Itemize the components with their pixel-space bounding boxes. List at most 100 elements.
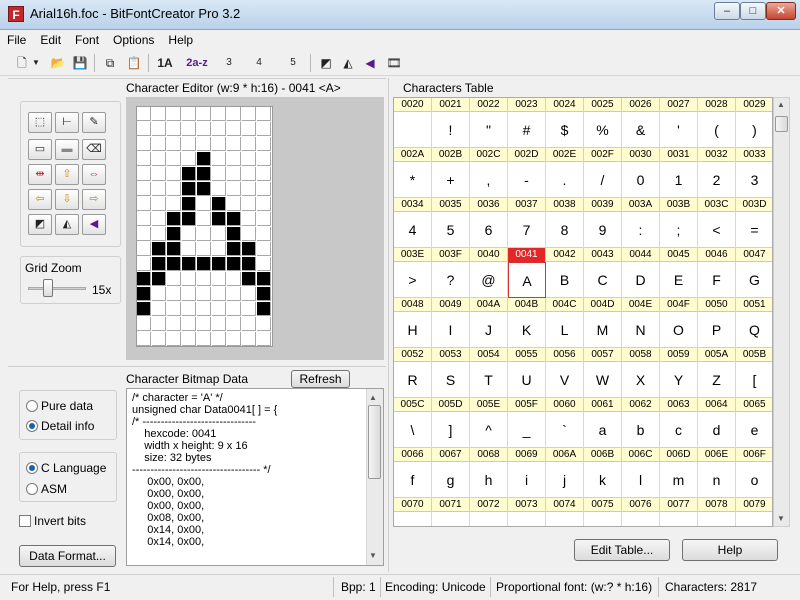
pixel-cell[interactable] <box>242 197 256 211</box>
character-editor-canvas[interactable] <box>126 97 384 360</box>
detail-info-radio[interactable] <box>26 420 38 432</box>
pixel-cell[interactable] <box>152 287 166 301</box>
pixel-cell[interactable] <box>227 137 241 151</box>
char-cell[interactable]: B <box>546 262 584 298</box>
pixel-cell[interactable] <box>152 257 166 271</box>
char-cell[interactable] <box>660 512 698 526</box>
pixel-cell[interactable] <box>257 242 271 256</box>
pixel-cell[interactable] <box>242 287 256 301</box>
pixel-cell[interactable] <box>137 182 151 196</box>
pixel-cell[interactable] <box>212 257 226 271</box>
char-cell[interactable]: L <box>546 312 584 348</box>
char-cell[interactable]: + <box>432 162 470 198</box>
pixel-cell[interactable] <box>227 182 241 196</box>
pixel-cell[interactable] <box>182 137 196 151</box>
char-cell[interactable]: h <box>470 462 508 498</box>
char-cell[interactable]: N <box>622 312 660 348</box>
pixel-cell[interactable] <box>167 152 181 166</box>
refresh-button[interactable]: Refresh <box>291 370 350 388</box>
pixel-cell[interactable] <box>137 257 151 271</box>
pixel-cell[interactable] <box>137 287 151 301</box>
new-file-icon[interactable]: 🗋 <box>12 53 32 73</box>
pixel-cell[interactable] <box>227 227 241 241</box>
pixel-cell[interactable] <box>152 227 166 241</box>
pixel-cell[interactable] <box>197 257 211 271</box>
pixel-cell[interactable] <box>182 302 196 316</box>
pixel-cell[interactable] <box>197 302 211 316</box>
pixel-cell[interactable] <box>227 152 241 166</box>
pixel-cell[interactable] <box>212 167 226 181</box>
char-cell[interactable]: m <box>660 462 698 498</box>
pixel-cell[interactable] <box>182 167 196 181</box>
pixel-cell[interactable] <box>257 107 271 121</box>
char-cell[interactable] <box>432 512 470 526</box>
char-cell[interactable]: \ <box>394 412 432 448</box>
char-cell[interactable]: = <box>736 212 772 248</box>
pixel-cell[interactable] <box>167 242 181 256</box>
char-cell[interactable]: o <box>736 462 772 498</box>
pixel-cell[interactable] <box>197 107 211 121</box>
pixel-cell[interactable] <box>197 137 211 151</box>
char-cell[interactable]: * <box>394 162 432 198</box>
char-cell[interactable]: j <box>546 462 584 498</box>
invert-bits-checkbox[interactable] <box>19 515 31 527</box>
import-icon[interactable]: 4 <box>248 53 270 73</box>
char-cell[interactable]: M <box>584 312 622 348</box>
zoom-slider-track[interactable] <box>28 287 86 290</box>
char-cell[interactable]: 2 <box>698 162 736 198</box>
pixel-cell[interactable] <box>197 167 211 181</box>
char-cell[interactable]: i <box>508 462 546 498</box>
pixel-cell[interactable] <box>137 332 151 346</box>
pixel-cell[interactable] <box>182 287 196 301</box>
data-format-button[interactable]: Data Format... <box>19 545 116 567</box>
pixel-cell[interactable] <box>197 332 211 346</box>
char-cell[interactable]: e <box>736 412 772 448</box>
char-cell[interactable] <box>508 512 546 526</box>
pixel-cell[interactable] <box>227 167 241 181</box>
pixel-cell[interactable] <box>137 212 151 226</box>
pixel-cell[interactable] <box>197 287 211 301</box>
paste-icon[interactable]: 📋 <box>124 53 144 73</box>
pixel-cell[interactable] <box>167 212 181 226</box>
line-tool-icon[interactable]: ⊢ <box>55 112 79 133</box>
pixel-cell[interactable] <box>167 137 181 151</box>
help-button[interactable]: Help <box>682 539 778 561</box>
pixel-cell[interactable] <box>242 242 256 256</box>
menu-font[interactable]: Font <box>68 30 106 50</box>
char-cell[interactable]: 0 <box>622 162 660 198</box>
pixel-cell[interactable] <box>152 137 166 151</box>
maximize-button[interactable]: □ <box>740 2 766 20</box>
pixel-cell[interactable] <box>137 317 151 331</box>
pixel-cell[interactable] <box>167 227 181 241</box>
pixel-cell[interactable] <box>182 122 196 136</box>
pixel-cell[interactable] <box>257 287 271 301</box>
char-cell[interactable]: V <box>546 362 584 398</box>
pixel-cell[interactable] <box>182 212 196 226</box>
pixel-cell[interactable] <box>212 122 226 136</box>
pixel-cell[interactable] <box>257 332 271 346</box>
pixel-cell[interactable] <box>167 272 181 286</box>
pixel-cell[interactable] <box>152 107 166 121</box>
eraser-icon[interactable]: ⌫ <box>82 139 106 160</box>
char-cell[interactable]: ; <box>660 212 698 248</box>
pixel-cell[interactable] <box>182 317 196 331</box>
char-cell[interactable]: 7 <box>508 212 546 248</box>
pixel-cell[interactable] <box>212 242 226 256</box>
pixel-cell[interactable] <box>197 227 211 241</box>
menu-options[interactable]: Options <box>106 30 161 50</box>
char-cell[interactable] <box>736 512 772 526</box>
open-folder-icon[interactable]: 📂 <box>48 53 68 73</box>
char-cell[interactable]: $ <box>546 112 584 148</box>
pixel-cell[interactable] <box>182 257 196 271</box>
dropdown-arrow-icon[interactable]: ▼ <box>30 53 42 73</box>
pixel-cell[interactable] <box>212 227 226 241</box>
pixel-cell[interactable] <box>182 182 196 196</box>
char-cell[interactable]: D <box>622 262 660 298</box>
char-cell[interactable]: b <box>622 412 660 448</box>
char-cell[interactable]: - <box>508 162 546 198</box>
pixel-cell[interactable] <box>137 302 151 316</box>
save-icon[interactable]: 💾 <box>70 53 90 73</box>
pixel-cell[interactable] <box>182 332 196 346</box>
characters-table[interactable]: 0020 0021 0022 0023 0024 0025 0026 0027 0028 0029… <box>393 97 773 527</box>
char-cell[interactable]: 3 <box>736 162 772 198</box>
